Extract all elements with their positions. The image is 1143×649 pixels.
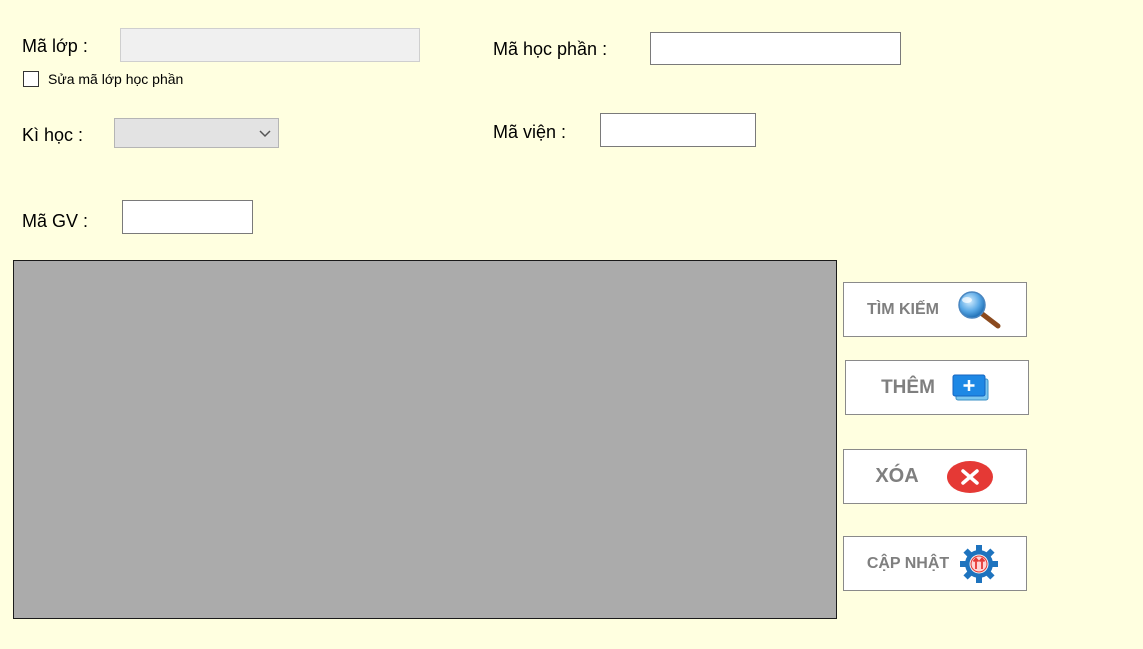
xoa-button[interactable]: XÓA [843, 449, 1027, 504]
ma-lop-input[interactable] [120, 28, 420, 62]
ki-hoc-label: Kì học : [22, 125, 84, 145]
cap-nhat-button[interactable]: CẬP NHẬT [843, 536, 1027, 591]
them-label: THÊM [881, 376, 935, 398]
magnifier-icon [953, 290, 1003, 330]
ma-vien-input[interactable] [600, 113, 756, 147]
sua-ma-lop-checkbox[interactable] [23, 71, 39, 87]
delete-circle-icon [945, 460, 995, 494]
ma-gv-label: Mã GV : [22, 211, 89, 231]
xoa-label: XÓA [875, 465, 919, 487]
tim-kiem-label: TÌM KIẾM [867, 300, 939, 318]
update-gear-icon [955, 544, 1003, 584]
ma-hoc-phan-label: Mã học phần : [493, 39, 608, 59]
them-button[interactable]: THÊM [845, 360, 1029, 415]
cap-nhat-label: CẬP NHẬT [866, 554, 950, 572]
ma-vien-label: Mã viện : [493, 122, 567, 142]
sua-ma-lop-label: Sửa mã lớp học phần [48, 71, 184, 87]
add-stack-icon [949, 371, 993, 405]
chevron-down-icon [258, 126, 272, 140]
tim-kiem-button[interactable]: TÌM KIẾM [843, 282, 1027, 337]
sua-ma-lop-checkbox-row[interactable]: Sửa mã lớp học phần [23, 71, 183, 87]
ma-hoc-phan-input[interactable] [650, 32, 901, 65]
ma-lop-label: Mã lớp : [22, 36, 88, 56]
data-grid[interactable] [13, 260, 837, 619]
ki-hoc-select[interactable] [114, 118, 279, 148]
ma-gv-input[interactable] [122, 200, 253, 234]
